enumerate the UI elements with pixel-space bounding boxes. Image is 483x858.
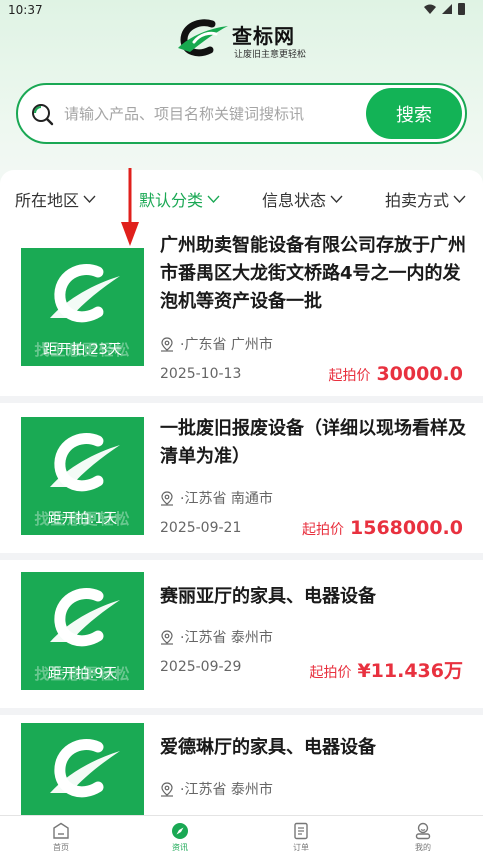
item-location: ·江苏省 南通市 (160, 488, 273, 508)
countdown-label: 距开拍:9天 (47, 666, 118, 682)
tab-profile[interactable]: 我的 (393, 822, 453, 853)
tab-orders-label: 订单 (293, 843, 309, 852)
item-location-label: ·江苏省 南通市 (180, 491, 273, 507)
price-value: ¥11.436万 (357, 660, 463, 682)
item-location-label: ·江苏省 泰州市 (180, 630, 273, 646)
list-item[interactable]: 找主意更轻松 距开拍:23天 广州助卖智能设备有限公司存放于广州市番禺区大龙街文… (0, 226, 483, 396)
item-date: 2025-09-29 (160, 659, 242, 675)
item-location: ·广东省 广州市 (160, 334, 273, 354)
chevron-down-icon (330, 195, 343, 203)
price-value: 30000.0 (376, 363, 463, 385)
countdown-label: 距开拍:23天 (43, 342, 122, 358)
brand-logo-icon (50, 433, 120, 492)
wifi-icon (424, 4, 436, 14)
item-title: 赛丽亚厅的家具、电器设备 (160, 586, 376, 607)
filter-status[interactable]: 信息状态 (262, 187, 343, 211)
tab-news-label: 资讯 (172, 843, 188, 852)
chevron-down-icon (453, 195, 466, 203)
location-pin-icon (161, 490, 173, 506)
item-date: 2025-10-13 (160, 366, 242, 382)
tab-news[interactable]: 资讯 (150, 822, 210, 853)
chevron-down-icon (207, 195, 220, 203)
chevron-down-icon (83, 195, 96, 203)
search-icon (32, 104, 54, 126)
item-price: 起拍价 30000.0 (328, 363, 463, 385)
location-pin-icon (161, 629, 173, 645)
item-thumbnail: 找主意更轻松 距开拍:9天 (21, 572, 144, 690)
countdown-label: 距开拍:1天 (47, 511, 118, 527)
profile-icon (415, 822, 431, 840)
tab-orders[interactable]: 订单 (271, 822, 331, 853)
price-label: 起拍价 (302, 522, 345, 538)
status-icons (424, 3, 465, 15)
search-button[interactable]: 搜索 (366, 88, 462, 139)
filter-status-label: 信息状态 (262, 191, 327, 210)
price-value: 1568000.0 (350, 517, 463, 539)
item-price: 起拍价 1568000.0 (302, 517, 463, 539)
filter-auction-type-label: 拍卖方式 (385, 191, 450, 210)
price-label: 起拍价 (309, 665, 352, 681)
tab-home[interactable]: 首页 (31, 822, 91, 853)
item-price: 起拍价 ¥11.436万 (309, 656, 463, 683)
item-thumbnail: 找主意更轻松 距开拍:1天 (21, 417, 144, 535)
list-item[interactable]: 爱德琳厅的家具、电器设备 ·江苏省 泰州市 (0, 715, 483, 841)
bottom-tab-bar: 首页 资讯 订单 我的 (0, 815, 483, 858)
brand-logo-icon (50, 739, 120, 798)
filter-category-label: 默认分类 (139, 191, 204, 210)
item-title: 一批废旧报废设备（详细以现场看样及清单为准） (160, 418, 466, 467)
item-date: 2025-09-21 (160, 520, 242, 536)
compass-icon (172, 823, 188, 839)
home-icon (53, 822, 69, 839)
status-time: 10:37 (8, 3, 43, 17)
status-bar: 10:37 (0, 0, 483, 20)
list-item[interactable]: 找主意更轻松 距开拍:1天 一批废旧报废设备（详细以现场看样及清单为准） ·江苏… (0, 403, 483, 553)
item-title: 广州助卖智能设备有限公司存放于广州市番禺区大龙街文桥路4号之一内的发泡机等资产设… (160, 235, 466, 312)
price-label: 起拍价 (328, 368, 371, 384)
item-location: ·江苏省 泰州市 (160, 627, 273, 647)
filter-category[interactable]: 默认分类 (139, 187, 220, 211)
tab-home-label: 首页 (53, 843, 69, 852)
filter-region-label: 所在地区 (15, 191, 80, 210)
brand-slogan: 让废旧主意更轻松 (234, 50, 307, 60)
brand-name: 查标网 (232, 24, 295, 48)
order-icon (294, 822, 308, 840)
item-location-label: ·广东省 广州市 (180, 337, 273, 353)
item-location-label: ·江苏省 泰州市 (180, 782, 273, 798)
annotation-arrow-icon (121, 168, 139, 246)
item-location: ·江苏省 泰州市 (160, 779, 273, 799)
signal-icon (442, 4, 452, 14)
filter-bar: 所在地区 默认分类 信息状态 拍卖方式 (0, 170, 483, 226)
location-pin-icon (161, 781, 173, 797)
tab-profile-label: 我的 (415, 843, 431, 852)
item-title: 爱德琳厅的家具、电器设备 (160, 737, 376, 758)
location-pin-icon (161, 336, 173, 352)
search-input[interactable] (64, 99, 364, 129)
brand-logo-icon (50, 588, 120, 647)
brand-logo-icon (50, 264, 120, 323)
search-bar: 搜索 (16, 83, 467, 144)
battery-icon (458, 3, 465, 15)
item-thumbnail: 找主意更轻松 距开拍:23天 (21, 248, 144, 366)
list-item[interactable]: 找主意更轻松 距开拍:9天 赛丽亚厅的家具、电器设备 ·江苏省 泰州市 2025… (0, 560, 483, 708)
filter-region[interactable]: 所在地区 (15, 187, 96, 211)
brand-logo-icon (178, 19, 228, 57)
brand-header: 查标网 让废旧主意更轻松 (176, 18, 346, 62)
filter-auction-type[interactable]: 拍卖方式 (385, 187, 466, 211)
